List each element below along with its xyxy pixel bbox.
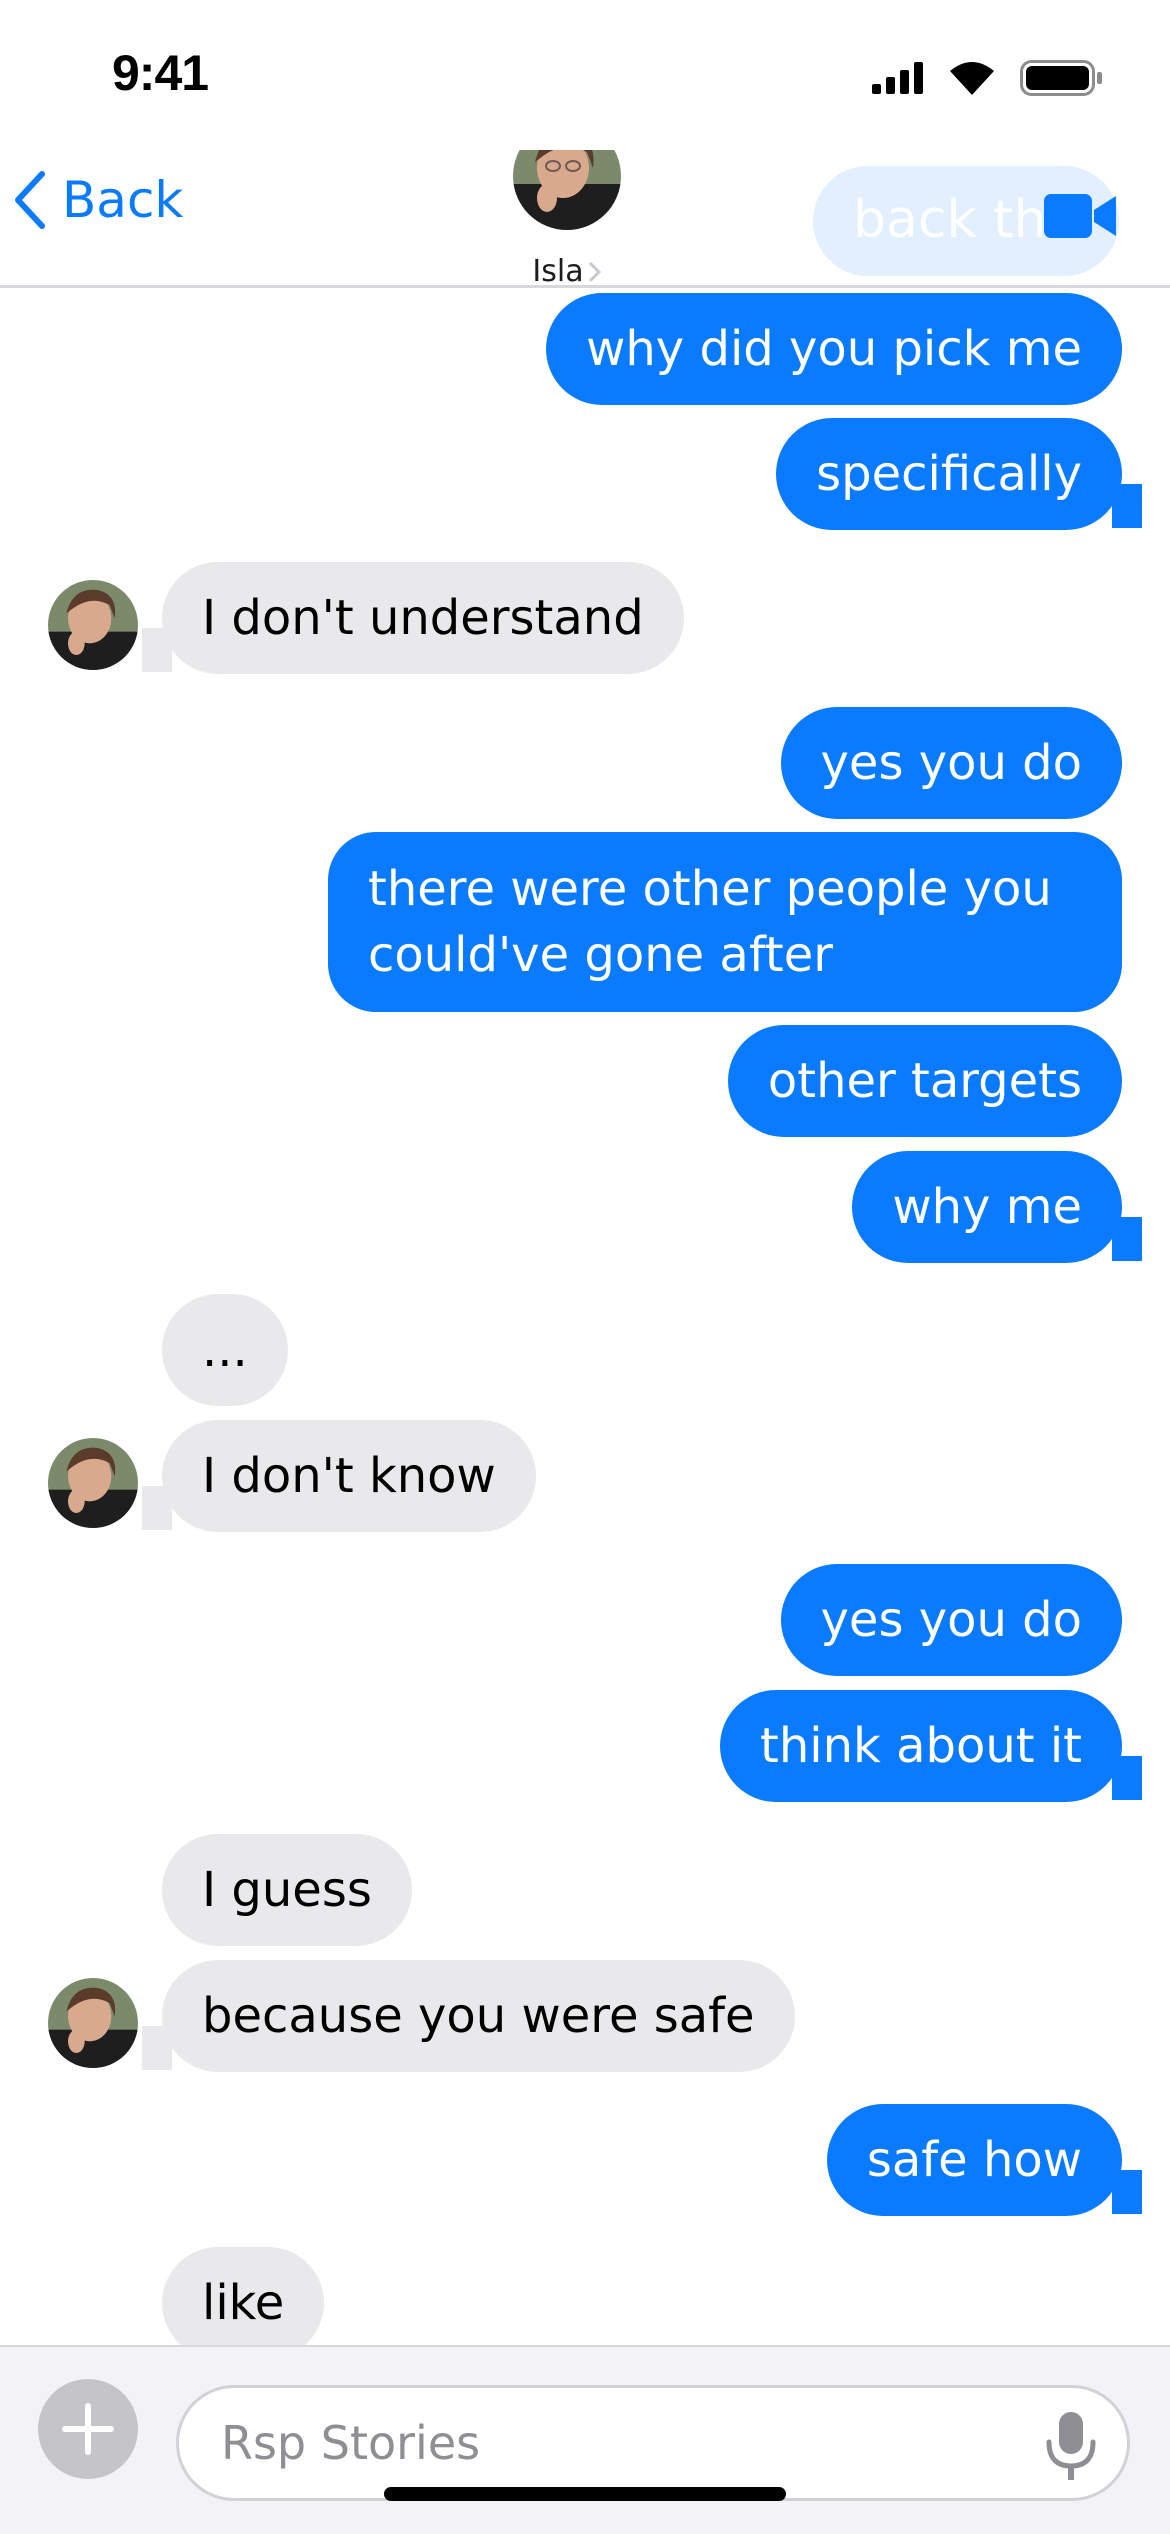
- bubble-tail: [1112, 1217, 1142, 1261]
- home-indicator: [384, 2487, 786, 2501]
- status-bar: 9:41: [0, 0, 1170, 150]
- message-bubble-sent[interactable]: think about it: [720, 1690, 1122, 1802]
- bubble-tail: [1112, 484, 1142, 528]
- contact-name: Isla: [532, 254, 584, 289]
- message-bubble-received[interactable]: I guess: [162, 1834, 412, 1946]
- chevron-right-icon: [589, 262, 601, 281]
- bubble-tail: [1112, 2170, 1142, 2214]
- message-bubble-received[interactable]: ...: [162, 1294, 288, 1406]
- message-bubble-received[interactable]: I don't understand: [162, 562, 684, 674]
- message-bubble-sent[interactable]: specifically: [776, 418, 1122, 530]
- message-thread[interactable]: why did you pick me specifically I don't…: [0, 0, 1170, 2532]
- add-attachment-button[interactable]: [38, 2379, 138, 2479]
- video-call-icon[interactable]: [1040, 180, 1120, 250]
- back-label: Back: [62, 171, 184, 229]
- plus-icon: [62, 2403, 114, 2455]
- contact-avatar-small: [48, 580, 138, 670]
- contact-name-row: Isla: [473, 254, 661, 289]
- status-icons: [872, 58, 1104, 98]
- message-composer: Rsp Stories: [0, 2345, 1170, 2534]
- message-bubble-received[interactable]: like: [162, 2247, 325, 2359]
- wifi-icon: [950, 62, 994, 95]
- message-input[interactable]: Rsp Stories: [176, 2385, 1130, 2501]
- contact-avatar-small: [48, 1438, 138, 1528]
- bubble-tail: [1112, 1756, 1142, 1800]
- message-bubble-received[interactable]: because you were safe: [162, 1960, 795, 2072]
- message-bubble-sent[interactable]: safe how: [826, 2104, 1122, 2216]
- message-bubble-sent[interactable]: yes you do: [780, 1564, 1122, 1676]
- microphone-icon[interactable]: [1041, 2410, 1101, 2482]
- message-bubble-received[interactable]: I don't know: [162, 1420, 536, 1532]
- message-bubble-sent[interactable]: why did you pick me: [546, 293, 1122, 405]
- message-bubble-sent[interactable]: why me: [852, 1151, 1122, 1263]
- chevron-left-icon: [15, 171, 45, 229]
- status-time: 9:41: [112, 45, 209, 101]
- cellular-signal-icon: [872, 62, 923, 94]
- bubble-tail: [142, 1486, 172, 1530]
- back-button[interactable]: Back: [12, 170, 183, 230]
- message-bubble-sent[interactable]: other targets: [727, 1025, 1122, 1137]
- message-bubble-sent[interactable]: yes you do: [780, 707, 1122, 819]
- bubble-tail: [142, 2026, 172, 2070]
- battery-icon: [1020, 60, 1102, 96]
- bubble-tail: [142, 628, 172, 672]
- contact-avatar-small: [48, 1978, 138, 2068]
- message-bubble-sent[interactable]: there were other people you could've gon…: [328, 832, 1122, 1012]
- message-input-placeholder: Rsp Stories: [221, 2416, 481, 2470]
